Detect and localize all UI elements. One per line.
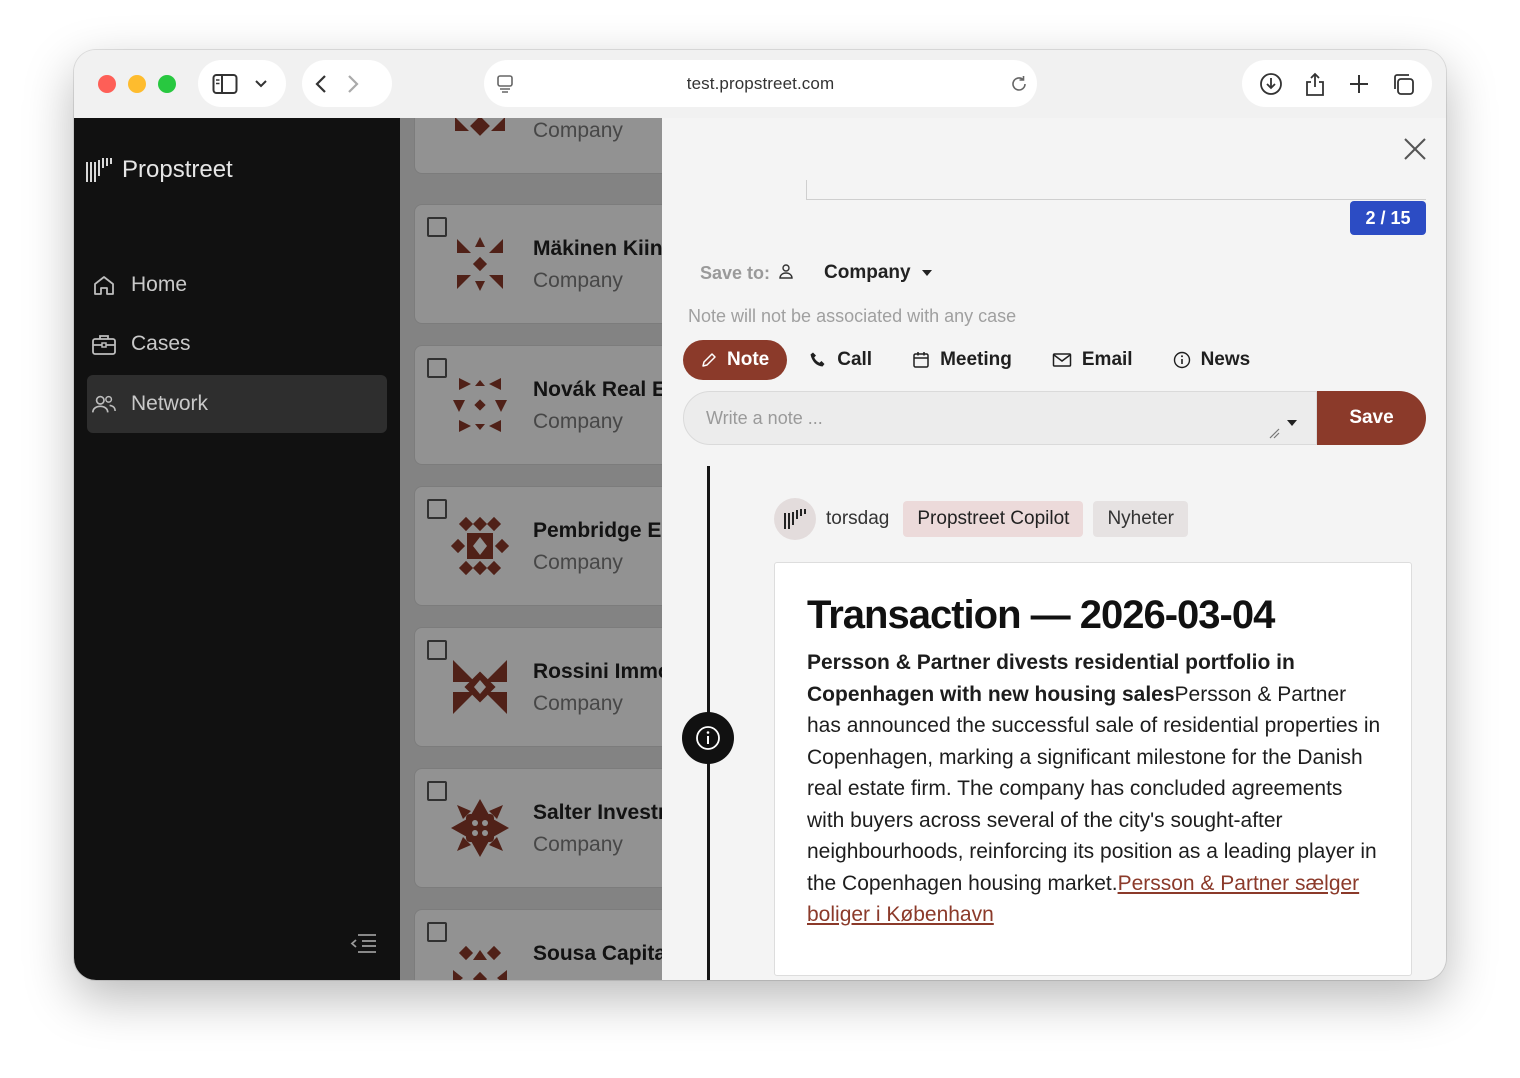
browser-actions-group (1242, 60, 1432, 107)
tab-label: Note (727, 349, 770, 370)
note-placeholder: Write a note ... (706, 408, 823, 428)
tab-email[interactable]: Email (1034, 340, 1151, 380)
resize-handle-icon[interactable] (1268, 426, 1280, 444)
sidebar-item-network[interactable]: Network (87, 375, 387, 433)
users-icon (91, 392, 117, 416)
pencil-icon (702, 353, 716, 367)
entry-text: Persson & Partner has announced the succ… (807, 682, 1381, 895)
tab-label: News (1200, 349, 1251, 370)
url-text: test.propstreet.com (686, 73, 835, 93)
source-tag: Propstreet Copilot (903, 501, 1084, 537)
collapse-sidebar-icon[interactable] (350, 932, 378, 959)
category-tag: Nyheter (1093, 501, 1188, 537)
tab-call[interactable]: Call (791, 340, 890, 380)
tab-meeting[interactable]: Meeting (894, 340, 1030, 380)
sidebar-item-label: Home (131, 273, 188, 296)
back-arrow-icon[interactable] (314, 73, 328, 95)
close-window-button[interactable] (98, 75, 116, 93)
sidebar-item-cases[interactable]: Cases (87, 315, 387, 373)
activity-type-tabs: Note Call Meeting Email News (683, 340, 1272, 380)
sidebar-item-label: Cases (131, 332, 191, 355)
save-to-dropdown[interactable]: Company (824, 262, 933, 284)
save-to-value: Company (824, 262, 911, 283)
avatar (774, 498, 816, 540)
minimize-window-button[interactable] (128, 75, 146, 93)
history-nav-group (302, 60, 392, 107)
note-input[interactable]: Write a note ... (683, 391, 1317, 445)
tab-note[interactable]: Note (683, 340, 788, 380)
forward-arrow-icon[interactable] (346, 73, 360, 95)
tab-news[interactable]: News (1155, 340, 1269, 380)
brand-name: Propstreet (122, 156, 233, 183)
tab-label: Call (837, 349, 873, 370)
entry-header: torsdag Propstreet Copilot Nyheter (774, 498, 1188, 540)
previous-entry-edge (806, 180, 1426, 200)
app-sidebar: Propstreet Home Cases Network (74, 118, 400, 980)
calendar-icon (913, 352, 929, 368)
entry-body: Persson & Partner divests residential po… (807, 647, 1381, 931)
sidebar-item-label: Network (131, 392, 209, 415)
entry-counter-badge: 2 / 15 (1350, 201, 1426, 235)
template-dropdown-icon[interactable] (1286, 414, 1298, 432)
page-settings-icon[interactable] (496, 74, 514, 99)
person-icon (778, 263, 794, 284)
address-bar[interactable]: test.propstreet.com (484, 60, 1037, 107)
sidebar-toggle-icon[interactable] (212, 73, 238, 95)
timeline-info-icon[interactable] (682, 712, 734, 764)
browser-window: test.propstreet.com Propstreet Home Case… (74, 50, 1446, 980)
tab-label: Meeting (940, 349, 1012, 370)
activity-panel: 2 / 15 Save to: Company Note will not be… (662, 118, 1446, 980)
phone-icon (810, 352, 825, 367)
sidebar-item-home[interactable]: Home (87, 256, 387, 314)
share-icon[interactable] (1304, 71, 1326, 97)
chevron-down-icon[interactable] (254, 79, 268, 89)
tab-overview-icon[interactable] (1391, 72, 1415, 96)
modal-backdrop[interactable] (400, 118, 662, 980)
brand-logo[interactable]: Propstreet (86, 156, 233, 184)
propstreet-logo-icon (86, 158, 112, 182)
briefcase-icon (91, 332, 117, 356)
caret-down-icon (921, 270, 932, 276)
save-button[interactable]: Save (1317, 391, 1426, 445)
tab-label: Email (1081, 349, 1133, 370)
case-hint-text: Note will not be associated with any cas… (688, 306, 1017, 326)
news-entry-card: Transaction — 2026-03-04 Persson & Partn… (774, 562, 1412, 976)
new-tab-icon[interactable] (1348, 73, 1370, 95)
mail-icon (1052, 353, 1072, 367)
browser-toolbar: test.propstreet.com (74, 50, 1446, 118)
download-icon[interactable] (1259, 72, 1283, 96)
sidebar-toggle-group (198, 60, 286, 107)
maximize-window-button[interactable] (158, 75, 176, 93)
entry-title: Transaction — 2026-03-04 (807, 593, 1275, 637)
reload-icon[interactable] (1009, 74, 1029, 99)
propstreet-logo-icon (784, 509, 806, 529)
home-icon (91, 273, 117, 297)
close-icon[interactable] (1402, 136, 1428, 167)
entry-day: torsdag (826, 508, 890, 529)
save-to-row: Save to: Company (700, 262, 933, 284)
info-icon (1173, 351, 1190, 369)
save-to-label: Save to: (700, 262, 771, 283)
